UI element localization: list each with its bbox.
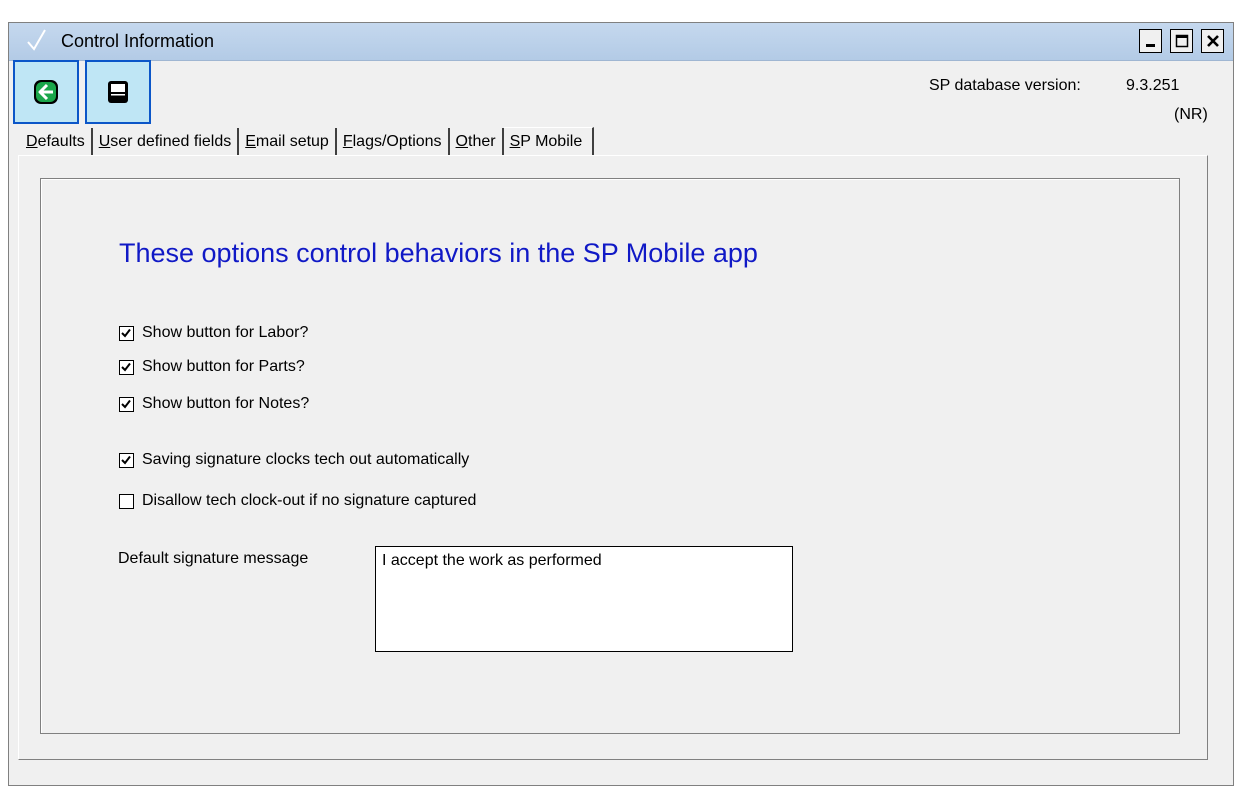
tab-label-rest: lags/Options [352,133,442,150]
tab-label-rest: P Mobile [520,133,583,150]
tab-strip: Defaults User defined fields Email setup… [20,126,595,156]
checkbox[interactable] [119,493,134,509]
check-mark-icon [121,399,131,409]
floppy-disk-icon [108,81,128,103]
check-mark-icon [121,455,131,465]
check-mark-icon [121,362,131,372]
close-icon [1206,35,1219,47]
tab-hotkey: E [245,133,256,150]
window-title: Control Information [61,31,215,51]
tab-other[interactable]: Other [450,128,504,156]
option-label: Show button for Parts? [142,358,305,375]
tab-flags-options[interactable]: Flags/Options [337,128,450,156]
maximize-icon [1175,34,1188,48]
sp-mobile-heading: These options control behaviors in the S… [119,238,758,268]
option-disallow-clockout[interactable]: Disallow tech clock-out if no signature … [119,492,476,510]
tab-user-defined-fields[interactable]: User defined fields [93,128,240,156]
checkbox[interactable] [119,396,134,412]
tab-label-rest: ser defined fields [110,133,232,150]
minimize-icon [1145,44,1155,47]
tab-hotkey: S [509,133,521,150]
tab-email-setup[interactable]: Email setup [239,128,337,156]
database-version-suffix: (NR) [1174,106,1208,123]
option-show-labor[interactable]: Show button for Labor? [119,324,308,342]
tab-sp-mobile[interactable]: SP Mobile [503,127,595,156]
option-label: Show button for Labor? [142,324,309,341]
database-version-label: SP database version: [929,77,1081,94]
checkmark-icon [27,29,46,51]
title-bar[interactable]: Control Information [9,23,1233,61]
option-show-notes[interactable]: Show button for Notes? [119,395,309,413]
top-cropped-strip [0,0,1255,22]
checkbox[interactable] [119,359,134,375]
tab-label-rest: ther [468,133,496,150]
signature-message-label: Default signature message [118,550,309,567]
minimize-button[interactable] [1139,29,1162,53]
option-show-parts[interactable]: Show button for Parts? [119,358,305,376]
tab-label-rest: efaults [37,133,85,150]
back-button[interactable] [13,60,79,124]
tab-hotkey: F [342,133,353,150]
close-button[interactable] [1201,29,1224,53]
tab-defaults[interactable]: Defaults [20,128,93,156]
signature-message-field[interactable]: I accept the work as performed [375,546,793,652]
tab-hotkey: U [98,133,111,150]
checkbox[interactable] [119,452,134,468]
option-label: Saving signature clocks tech out automat… [142,451,470,468]
maximize-button[interactable] [1170,29,1193,53]
tab-hotkey: O [455,133,468,150]
option-label: Disallow tech clock-out if no signature … [142,492,477,509]
database-version-value: 9.3.251 [1126,77,1180,94]
back-arrow-icon [34,80,58,104]
checkbox[interactable] [119,325,134,341]
option-signature-clocks-out[interactable]: Saving signature clocks tech out automat… [119,451,469,469]
option-label: Show button for Notes? [142,395,310,412]
tab-hotkey: D [26,133,38,150]
tab-label-rest: mail setup [255,133,329,150]
check-mark-icon [121,328,131,338]
save-button[interactable] [85,60,151,124]
